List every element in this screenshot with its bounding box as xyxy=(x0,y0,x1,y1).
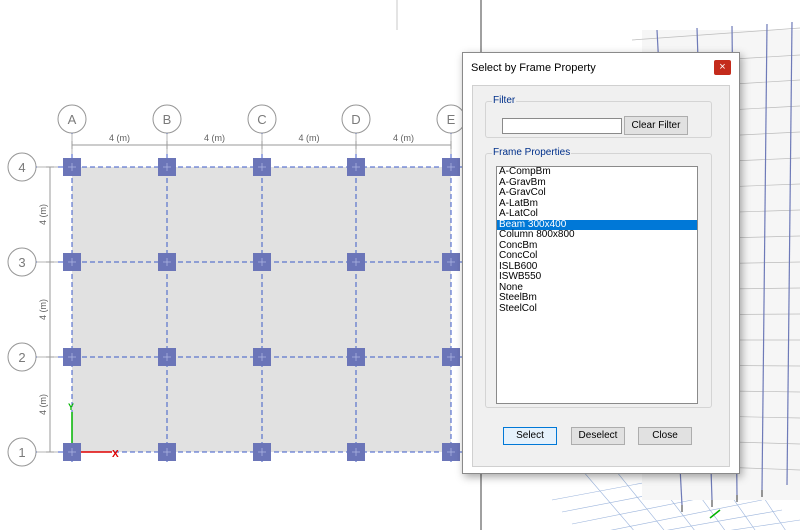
joint[interactable] xyxy=(347,443,365,461)
grid-bubble-label: E xyxy=(447,112,456,127)
axis-x-label: X xyxy=(112,449,119,460)
joint[interactable] xyxy=(63,158,81,176)
joint[interactable] xyxy=(158,443,176,461)
grid-bubble-label: D xyxy=(351,112,360,127)
plan-view[interactable]: A B C D E 4 3 2 1 4 (m) 4 (m) 4 (m) 4 (m) 4 (m) 4 (m) 4… xyxy=(0,0,480,530)
grid-bubble-col-0[interactable]: A xyxy=(57,104,87,134)
select-by-frame-property-dialog: Select by Frame Property × Filter Clear … xyxy=(462,52,740,474)
dialog-title: Select by Frame Property xyxy=(471,62,596,74)
frame-property-item[interactable]: ISWB550 xyxy=(497,271,697,283)
grid-bubble-label: A xyxy=(68,112,77,127)
axis-y-label: Y xyxy=(68,402,74,412)
dimension-label: 4 (m) xyxy=(393,133,414,143)
joint[interactable] xyxy=(442,443,460,461)
joint[interactable] xyxy=(442,348,460,366)
clear-filter-button[interactable]: Clear Filter xyxy=(624,116,688,135)
grid-bubble-label: 2 xyxy=(18,350,25,365)
frame-property-item[interactable]: A-LatCol xyxy=(497,208,697,220)
joint[interactable] xyxy=(158,348,176,366)
frame-property-item[interactable]: ConcCol xyxy=(497,250,697,262)
grid-bubble-row-1[interactable]: 3 xyxy=(7,247,37,277)
joint[interactable] xyxy=(158,158,176,176)
frame-property-item[interactable]: A-CompBm xyxy=(497,167,697,178)
close-icon[interactable]: × xyxy=(714,60,731,75)
frame-properties-list[interactable]: A-CompBm A-GravBm A-GravCol A-LatBm A-LatCol… xyxy=(496,166,698,404)
joint[interactable] xyxy=(442,158,460,176)
joint[interactable] xyxy=(253,348,271,366)
joint[interactable] xyxy=(63,253,81,271)
joint[interactable] xyxy=(347,348,365,366)
grid-bubble-col-3[interactable]: D xyxy=(341,104,371,134)
frame-property-item[interactable]: A-GravCol xyxy=(497,187,697,199)
joint[interactable] xyxy=(442,253,460,271)
grid-bubble-label: 3 xyxy=(18,255,25,270)
joint[interactable] xyxy=(63,443,81,461)
filter-input[interactable] xyxy=(502,118,622,134)
filter-group: Filter Clear Filter xyxy=(485,95,712,138)
grid-bubble-row-0[interactable]: 4 xyxy=(7,152,37,182)
grid-bubble-row-3[interactable]: 1 xyxy=(7,437,37,467)
deselect-button[interactable]: Deselect xyxy=(571,427,625,445)
joint[interactable] xyxy=(158,253,176,271)
grid-bubble-col-1[interactable]: B xyxy=(152,104,182,134)
frame-properties-group-label: Frame Properties xyxy=(492,147,572,158)
frame-property-item[interactable]: SteelBm xyxy=(497,292,697,304)
dimension-label: 4 (m) xyxy=(299,133,320,143)
dimension-label: 4 (m) xyxy=(204,133,225,143)
frame-property-item[interactable]: SteelCol xyxy=(497,303,697,315)
dimension-label: 4 (m) xyxy=(38,394,48,415)
grid-bubble-label: 1 xyxy=(18,445,25,460)
joint[interactable] xyxy=(347,253,365,271)
frame-property-item[interactable]: Column 800x800 xyxy=(497,229,697,241)
dialog-body: Filter Clear Filter Frame Properties A-C… xyxy=(472,85,730,467)
grid-bubble-col-4[interactable]: E xyxy=(436,104,466,134)
joint[interactable] xyxy=(63,348,81,366)
dimension-label: 4 (m) xyxy=(38,204,48,225)
select-button[interactable]: Select xyxy=(503,427,557,445)
grid-bubble-col-2[interactable]: C xyxy=(247,104,277,134)
joint[interactable] xyxy=(253,158,271,176)
dimension-label: 4 (m) xyxy=(109,133,130,143)
joint[interactable] xyxy=(347,158,365,176)
frame-properties-group: Frame Properties A-CompBm A-GravBm A-GravC… xyxy=(485,147,712,408)
grid-bubble-label: C xyxy=(257,112,266,127)
close-button[interactable]: Close xyxy=(638,427,692,445)
filter-group-label: Filter xyxy=(492,95,517,106)
grid-bubble-label: B xyxy=(163,112,172,127)
dimension-label: 4 (m) xyxy=(38,299,48,320)
joint[interactable] xyxy=(253,443,271,461)
joint[interactable] xyxy=(253,253,271,271)
grid-bubble-row-2[interactable]: 2 xyxy=(7,342,37,372)
plan-grid-canvas: A B C D E 4 3 2 1 4 (m) 4 (m) 4 (m) 4 (m) 4 (m) 4 (m) 4… xyxy=(7,0,466,467)
grid-bubble-label: 4 xyxy=(18,160,25,175)
